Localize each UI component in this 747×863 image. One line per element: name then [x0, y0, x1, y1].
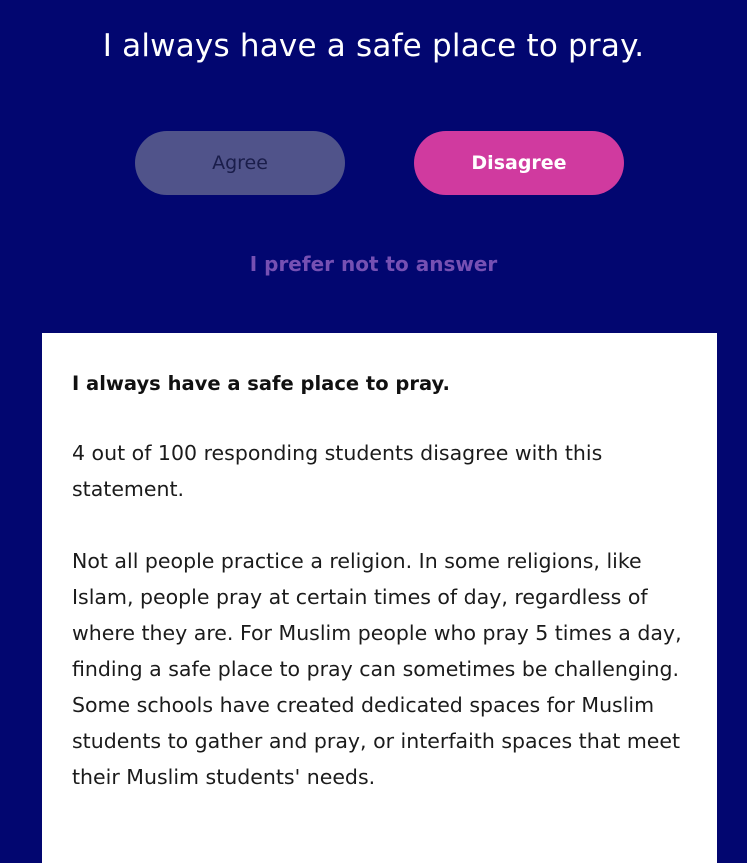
disagree-button[interactable]: Disagree [414, 131, 624, 195]
result-explanation: Not all people practice a religion. In s… [72, 549, 682, 789]
prefer-not-to-answer-link[interactable]: I prefer not to answer [0, 252, 747, 276]
result-statistic: 4 out of 100 responding students disagre… [72, 441, 603, 501]
result-heading: I always have a safe place to pray. [72, 372, 450, 395]
result-card: I always have a safe place to pray. 4 ou… [42, 333, 717, 863]
question-title: I always have a safe place to pray. [102, 28, 645, 64]
agree-button[interactable]: Agree [135, 131, 345, 195]
